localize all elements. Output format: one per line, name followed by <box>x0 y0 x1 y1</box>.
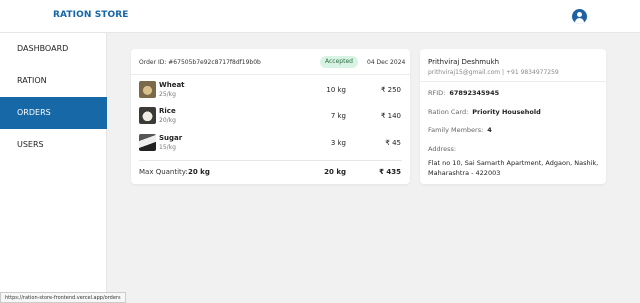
order-card: Order ID: #67505b7e92c8717f8df19b0b Acce… <box>131 49 410 184</box>
sidebar-item-users[interactable]: USERS <box>0 129 107 161</box>
total-quantity: 20 kg <box>324 168 346 176</box>
item-price: 25/kg <box>159 91 176 98</box>
top-bar: RATION STORE <box>0 0 640 33</box>
customer-contact: prithviraj15@gmail.com | +91 9834977259 <box>428 69 559 76</box>
order-item-row: Sugar 15/kg 3 kg ₹ 45 <box>131 133 410 155</box>
sidebar: DASHBOARD RATION ORDERS USERS <box>0 33 107 303</box>
max-quantity-label: Max Quantity: <box>139 168 188 176</box>
user-avatar-icon[interactable] <box>572 9 587 24</box>
item-qty: 7 kg <box>330 112 346 120</box>
address-label: Address: <box>428 145 457 153</box>
item-total: ₹ 140 <box>380 112 401 120</box>
item-total: ₹ 45 <box>385 139 401 147</box>
item-name: Wheat <box>159 81 185 89</box>
sidebar-item-orders[interactable]: ORDERS <box>0 97 107 129</box>
sugar-image <box>139 134 156 151</box>
customer-name: Prithviraj Deshmukh <box>428 58 500 66</box>
order-item-row: Rice 20/kg 7 kg ₹ 140 <box>131 106 410 128</box>
grand-total: ₹ 435 <box>379 168 401 176</box>
status-bar-url: https://ration-store-frontend.vercel.app… <box>0 292 126 303</box>
item-qty: 3 kg <box>330 139 346 147</box>
item-price: 20/kg <box>159 117 176 124</box>
item-name: Rice <box>159 107 176 115</box>
order-id: Order ID: #67505b7e92c8717f8df19b0b <box>139 59 261 66</box>
order-header: Order ID: #67505b7e92c8717f8df19b0b Acce… <box>131 49 410 75</box>
order-item-row: Wheat 25/kg 10 kg ₹ 250 <box>131 80 410 102</box>
rfid-value: 67892345945 <box>449 89 500 97</box>
customer-divider <box>420 81 606 82</box>
status-badge: Accepted <box>320 56 358 68</box>
rfid-label: RFID: <box>428 89 446 97</box>
item-qty: 10 kg <box>326 86 346 94</box>
item-total: ₹ 250 <box>380 86 401 94</box>
max-quantity-value: 20 kg <box>188 168 210 176</box>
item-name: Sugar <box>159 134 183 142</box>
ration-card-value: Priority Household <box>472 108 541 116</box>
avatar-body <box>575 18 584 24</box>
order-date: 04 Dec 2024 <box>367 59 406 66</box>
wheat-image <box>139 81 156 98</box>
rice-image <box>139 107 156 124</box>
address-text: Flat no 10, Sai Samarth Apartment, Adgao… <box>428 159 599 177</box>
avatar-head <box>577 12 582 17</box>
sidebar-item-ration[interactable]: RATION <box>0 65 107 97</box>
item-price: 15/kg <box>159 144 176 151</box>
family-members-label: Family Members: <box>428 126 484 134</box>
summary-divider <box>139 160 402 161</box>
ration-card-row: Ration Card: Priority Household <box>428 108 541 116</box>
brand-title[interactable]: RATION STORE <box>53 10 129 20</box>
customer-card: Prithviraj Deshmukh prithviraj15@gmail.c… <box>420 49 606 184</box>
family-members-row: Family Members: 4 <box>428 126 492 134</box>
ration-card-label: Ration Card: <box>428 108 469 116</box>
family-members-value: 4 <box>487 126 492 134</box>
rfid-row: RFID: 67892345945 <box>428 89 499 97</box>
sidebar-item-dashboard[interactable]: DASHBOARD <box>0 33 107 65</box>
